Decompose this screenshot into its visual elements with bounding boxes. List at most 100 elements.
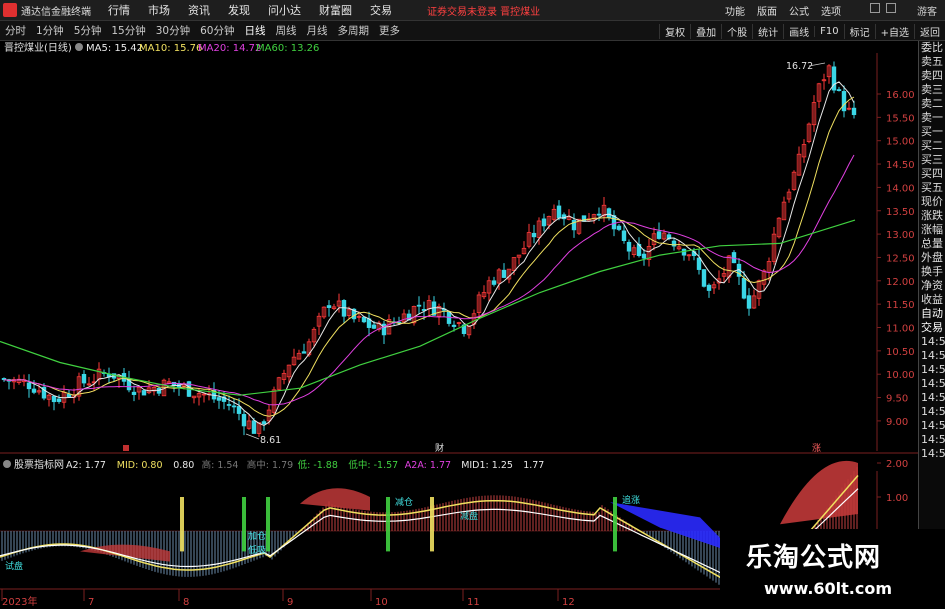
- indicator-value: A2A: 1.77: [405, 460, 451, 471]
- period-tab[interactable]: 周线: [274, 23, 299, 38]
- settings-icon: [75, 43, 83, 51]
- quote-field-label: 涨幅: [921, 223, 943, 236]
- quote-field-label: 14:5: [921, 391, 945, 404]
- quote-field-label: 14:5: [921, 447, 945, 460]
- indicator-tick: 2.00: [886, 459, 908, 470]
- price-tick: 15.50: [886, 113, 915, 124]
- indicator-value: A2: 1.77: [66, 460, 106, 471]
- candle-body: [416, 304, 422, 307]
- quote-field-label[interactable]: 自动: [919, 307, 945, 321]
- indicator-value: MID: 0.80: [117, 460, 163, 471]
- menu-news[interactable]: 资讯: [188, 2, 210, 18]
- candle-body: [556, 205, 562, 219]
- indicator-annotation: 加仓: [248, 530, 266, 542]
- date-tick: 9: [287, 597, 293, 608]
- candle-body: [621, 230, 627, 241]
- tool-stats[interactable]: 统计: [752, 23, 783, 39]
- candle-body: [26, 382, 32, 390]
- price-tick: 13.50: [886, 207, 915, 218]
- watermark-title: 乐淘公式网: [746, 543, 882, 573]
- period-tab[interactable]: 5分钟: [72, 23, 104, 38]
- candle-body: [541, 218, 547, 227]
- candle-body: [31, 388, 37, 393]
- high-price-label: 16.72: [786, 61, 813, 72]
- quote-field-label: 14:5: [921, 363, 945, 376]
- tool-adjust[interactable]: 复权: [659, 23, 690, 39]
- quote-field-label: 14:5: [921, 335, 945, 348]
- signal-bar: [613, 497, 617, 552]
- quote-field-label: 14:5: [921, 419, 945, 432]
- quote-field-label[interactable]: 交易: [919, 321, 945, 335]
- stock-name: 晋控煤业(日线): [4, 41, 72, 54]
- tool-add-watchlist[interactable]: +自选: [874, 23, 914, 39]
- menu-function[interactable]: 功能: [725, 3, 745, 18]
- tool-overlay[interactable]: 叠加: [690, 23, 721, 39]
- login-alert[interactable]: 证券交易未登录 晋控煤业: [427, 3, 540, 18]
- low-price-label: 8.61: [260, 435, 281, 446]
- candle-body: [746, 295, 752, 309]
- date-tick: 7: [88, 597, 94, 608]
- menu-options[interactable]: 选项: [821, 3, 841, 18]
- maximize-icon[interactable]: [886, 3, 896, 13]
- signal-bar: [266, 497, 270, 552]
- menu-quotes[interactable]: 行情: [108, 2, 130, 18]
- candle-body: [531, 232, 537, 238]
- signal-bar: [242, 497, 246, 552]
- quote-field-label: 卖四: [921, 69, 943, 82]
- date-tick: 10: [375, 597, 388, 608]
- period-tab[interactable]: 30分钟: [154, 23, 192, 38]
- tool-mark[interactable]: 标记: [843, 23, 875, 39]
- price-tick: 11.50: [886, 300, 915, 311]
- menu-discover[interactable]: 发现: [228, 2, 250, 18]
- quote-field-label: 净资: [921, 279, 943, 292]
- menu-wealth[interactable]: 财富圈: [319, 2, 352, 18]
- minimize-icon[interactable]: [870, 3, 880, 13]
- tool-back[interactable]: 返回: [914, 23, 945, 39]
- signal-bar: [180, 497, 184, 552]
- candle-body: [371, 324, 377, 329]
- tool-stock[interactable]: 个股: [721, 23, 752, 39]
- indicator-value: 高: 1.54: [202, 459, 239, 471]
- period-tab[interactable]: 15分钟: [109, 23, 147, 38]
- candle-body: [361, 316, 367, 323]
- candle-body: [836, 89, 842, 92]
- kline-chart-area[interactable]: 晋控煤业(日线) MA5: 15.42 MA10: 15.76 MA20: 14…: [0, 41, 918, 609]
- indicator-value: 低中: -1.57: [348, 459, 398, 471]
- chart-toolbar: 复权 叠加 个股 统计 画线 F10 标记 +自选 返回: [659, 21, 945, 41]
- quote-field-label: 换手: [921, 265, 943, 278]
- candle-body: [261, 421, 267, 425]
- period-tab[interactable]: 60分钟: [198, 23, 236, 38]
- tool-f10[interactable]: F10: [814, 25, 843, 37]
- candle-body: [326, 305, 332, 308]
- period-tab[interactable]: 分时: [3, 23, 28, 38]
- indicator-header: 股票指标网 A2: 1.77 MID: 0.80 0.80 高: 1.54 高中: 1.…: [3, 458, 544, 471]
- tool-draw[interactable]: 画线: [783, 23, 814, 39]
- menu-ask[interactable]: 问小达: [268, 2, 301, 18]
- quote-field-label: 卖三: [921, 83, 943, 96]
- menu-formula[interactable]: 公式: [789, 3, 809, 18]
- menu-market[interactable]: 市场: [148, 2, 170, 18]
- ma20-label: MA20: 14.72: [198, 43, 261, 54]
- price-tick: 14.00: [886, 183, 915, 194]
- main-chart-header: 晋控煤业(日线) MA5: 15.42 MA10: 15.76 MA20: 14…: [4, 41, 319, 54]
- guest-button[interactable]: 游客: [917, 3, 937, 18]
- period-tab-more[interactable]: 更多: [377, 23, 402, 38]
- candle-body: [611, 215, 617, 230]
- candle-body: [851, 107, 857, 116]
- indicator-annotation: 低吸: [248, 544, 266, 556]
- candle-body: [301, 351, 307, 354]
- period-tab-active[interactable]: 日线: [243, 23, 268, 38]
- menu-layout[interactable]: 版面: [757, 3, 777, 18]
- indicator-value: 1.77: [523, 460, 544, 471]
- main-menu: 行情 市场 资讯 发现 问小达 财富圈 交易: [99, 2, 401, 18]
- indicator-value: 高中: 1.79: [247, 459, 293, 471]
- ma10-label: MA10: 15.76: [139, 43, 202, 54]
- period-tab[interactable]: 1分钟: [34, 23, 66, 38]
- candle-body: [81, 373, 87, 384]
- finance-marker: 财: [435, 442, 444, 454]
- period-tab[interactable]: 多周期: [336, 23, 372, 38]
- period-tab[interactable]: 月线: [305, 23, 330, 38]
- indicator-annotation: 减盘: [460, 510, 478, 522]
- signal-bar: [386, 497, 390, 552]
- menu-trade[interactable]: 交易: [370, 2, 392, 18]
